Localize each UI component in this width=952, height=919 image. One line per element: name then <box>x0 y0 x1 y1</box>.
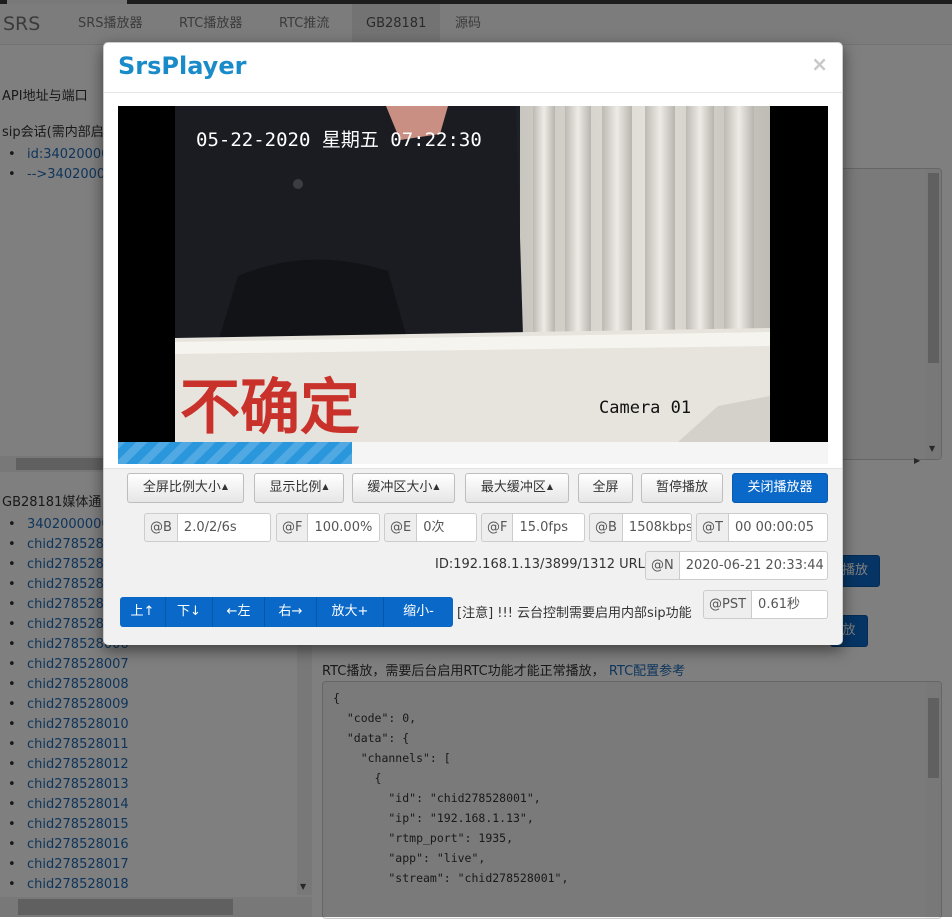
modal-title: SrsPlayer <box>118 52 247 80</box>
ptz-up-button[interactable]: 上↑ <box>120 597 166 627</box>
stat-buffer-time: @B 2.0/2/6s <box>144 513 271 542</box>
stat-value: 1508kbps <box>621 513 692 542</box>
stat-value: 100.00% <box>307 513 380 542</box>
stat-time: @T 00 00:00:05 <box>696 513 828 542</box>
ptz-note: [注意] !!! 云台控制需要启用内部sip功能 <box>457 606 692 621</box>
id-url-text: ID:192.168.1.13/3899/1312 URL: <box>435 557 650 572</box>
buffer-size-label: 缓冲区大小 <box>367 480 433 495</box>
player-modal: SrsPlayer × 05-22-2020 星期五 07:22:30 不确定 … <box>103 42 843 645</box>
stat-fps: @F 15.0fps <box>481 513 585 542</box>
ptz-left-button[interactable]: ←左 <box>213 597 265 627</box>
buffer-size-button[interactable]: 缓冲区大小▲ <box>352 473 455 503</box>
display-ratio-label: 显示比例 <box>269 480 322 495</box>
stat-label: @B <box>589 513 622 542</box>
max-buffer-label: 最大缓冲区 <box>480 480 546 495</box>
stat-fullscreen: @F 100.00% <box>276 513 380 542</box>
pst-value: 0.61秒 <box>751 590 828 619</box>
progress-fill <box>118 442 353 464</box>
now-label: @N <box>645 551 679 580</box>
stat-value: 2.0/2/6s <box>176 513 271 542</box>
max-buffer-button[interactable]: 最大缓冲区▲ <box>465 473 569 503</box>
ptz-button-group: 上↑ 下↓ ←左 右→ 放大+ 缩小- <box>120 597 453 627</box>
close-icon[interactable]: × <box>811 52 828 76</box>
stat-label: @E <box>384 513 417 542</box>
modal-header: SrsPlayer × <box>104 43 842 93</box>
stat-value: 00 00:00:05 <box>727 513 828 542</box>
stat-value: 0次 <box>416 513 477 542</box>
caret-up-icon: ▲ <box>546 482 554 491</box>
pst-time: @PST 0.61秒 <box>703 590 828 619</box>
caret-up-icon: ▲ <box>221 482 229 491</box>
now-time: @N 2020-06-21 20:33:44 <box>645 551 828 580</box>
stat-label: @T <box>696 513 728 542</box>
now-value: 2020-06-21 20:33:44 <box>678 551 828 580</box>
pst-label: @PST <box>703 590 752 619</box>
video-timestamp: 05-22-2020 星期五 07:22:30 <box>196 129 482 151</box>
fullscreen-ratio-button[interactable]: 全屏比例大小▲ <box>127 473 244 503</box>
ptz-right-button[interactable]: 右→ <box>265 597 317 627</box>
caret-up-icon: ▲ <box>433 482 440 491</box>
ptz-zoom-in-button[interactable]: 放大+ <box>317 597 384 627</box>
stat-value: 15.0fps <box>512 513 585 542</box>
caret-up-icon: ▲ <box>322 482 329 491</box>
display-ratio-button[interactable]: 显示比例▲ <box>254 473 344 503</box>
buffer-progress[interactable] <box>118 442 828 464</box>
stat-label: @F <box>481 513 513 542</box>
ptz-down-button[interactable]: 下↓ <box>166 597 213 627</box>
stat-label: @F <box>276 513 308 542</box>
video-frame[interactable]: 05-22-2020 星期五 07:22:30 不确定 Camera 01 <box>118 106 828 442</box>
camera-label: Camera 01 <box>599 398 691 418</box>
stat-bitrate: @B 1508kbps <box>589 513 692 542</box>
ptz-zoom-out-button[interactable]: 缩小- <box>384 597 453 627</box>
close-player-button[interactable]: 关闭播放器 <box>732 473 828 503</box>
pause-button[interactable]: 暂停播放 <box>641 473 723 503</box>
stat-errors: @E 0次 <box>384 513 477 542</box>
fullscreen-button[interactable]: 全屏 <box>578 473 633 503</box>
fullscreen-ratio-label: 全屏比例大小 <box>142 480 221 495</box>
video-caption: 不确定 <box>180 373 360 442</box>
stat-label: @B <box>144 513 177 542</box>
